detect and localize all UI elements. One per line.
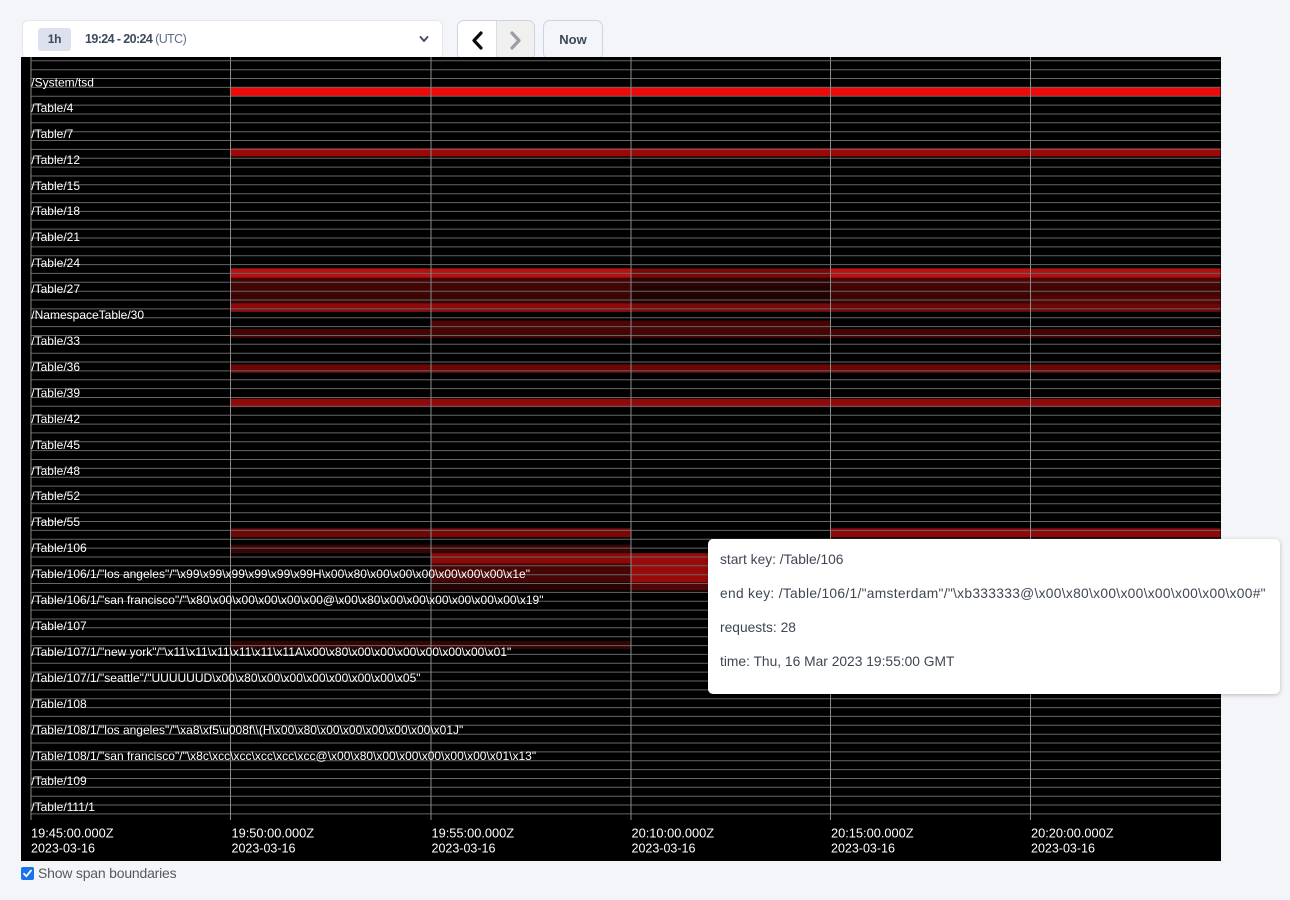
- svg-text:20:10:00.000Z: 20:10:00.000Z: [632, 825, 715, 840]
- svg-text:19:45:00.000Z: 19:45:00.000Z: [31, 825, 114, 840]
- svg-text:/Table/21: /Table/21: [31, 230, 80, 244]
- svg-text:/Table/107/1/"seattle"/"UUUUUU: /Table/107/1/"seattle"/"UUUUUUD\x00\x80\…: [31, 671, 420, 685]
- svg-text:/Table/111/1: /Table/111/1: [31, 800, 95, 814]
- svg-text:/Table/45: /Table/45: [31, 438, 80, 452]
- svg-text:/Table/52: /Table/52: [31, 489, 80, 503]
- svg-text:/Table/108/1/"los angeles"/"\x: /Table/108/1/"los angeles"/"\xa8\xf5\u00…: [31, 723, 463, 737]
- svg-text:/Table/109: /Table/109: [31, 774, 87, 788]
- svg-text:19:55:00.000Z: 19:55:00.000Z: [432, 825, 515, 840]
- svg-text:2023-03-16: 2023-03-16: [31, 841, 95, 855]
- svg-text:/NamespaceTable/30: /NamespaceTable/30: [31, 308, 144, 322]
- svg-text:/Table/12: /Table/12: [31, 153, 80, 167]
- svg-text:2023-03-16: 2023-03-16: [632, 841, 696, 855]
- svg-text:2023-03-16: 2023-03-16: [432, 841, 496, 855]
- svg-text:/Table/4: /Table/4: [31, 101, 73, 115]
- svg-text:/Table/48: /Table/48: [31, 464, 80, 478]
- svg-text:/System/tsd: /System/tsd: [31, 76, 94, 90]
- svg-text:20:20:00.000Z: 20:20:00.000Z: [1031, 825, 1114, 840]
- svg-text:/Table/24: /Table/24: [31, 256, 80, 270]
- svg-text:/Table/55: /Table/55: [31, 515, 80, 529]
- svg-text:2023-03-16: 2023-03-16: [1031, 841, 1095, 855]
- svg-text:/Table/18: /Table/18: [31, 204, 80, 218]
- svg-text:/Table/107/1/"new york"/"\x11\: /Table/107/1/"new york"/"\x11\x11\x11\x1…: [31, 645, 511, 659]
- svg-text:/Table/107: /Table/107: [31, 619, 87, 633]
- svg-text:/Table/108/1/"san francisco"/": /Table/108/1/"san francisco"/"\x8c\xcc\x…: [31, 749, 536, 763]
- svg-text:/Table/27: /Table/27: [31, 282, 80, 296]
- svg-text:19:50:00.000Z: 19:50:00.000Z: [232, 825, 315, 840]
- svg-text:/Table/7: /Table/7: [31, 127, 73, 141]
- svg-text:/Table/33: /Table/33: [31, 334, 80, 348]
- svg-text:/Table/108: /Table/108: [31, 697, 87, 711]
- svg-text:20:15:00.000Z: 20:15:00.000Z: [831, 825, 914, 840]
- svg-text:/Table/106/1/"los angeles"/"\x: /Table/106/1/"los angeles"/"\x99\x99\x99…: [31, 567, 530, 581]
- svg-text:/Table/106: /Table/106: [31, 541, 87, 555]
- svg-text:2023-03-16: 2023-03-16: [831, 841, 895, 855]
- svg-text:/Table/42: /Table/42: [31, 412, 80, 426]
- svg-text:/Table/15: /Table/15: [31, 179, 80, 193]
- svg-text:2023-03-16: 2023-03-16: [232, 841, 296, 855]
- svg-text:/Table/39: /Table/39: [31, 386, 80, 400]
- svg-text:/Table/36: /Table/36: [31, 360, 80, 374]
- svg-text:/Table/106/1/"san francisco"/": /Table/106/1/"san francisco"/"\x80\x00\x…: [31, 593, 543, 607]
